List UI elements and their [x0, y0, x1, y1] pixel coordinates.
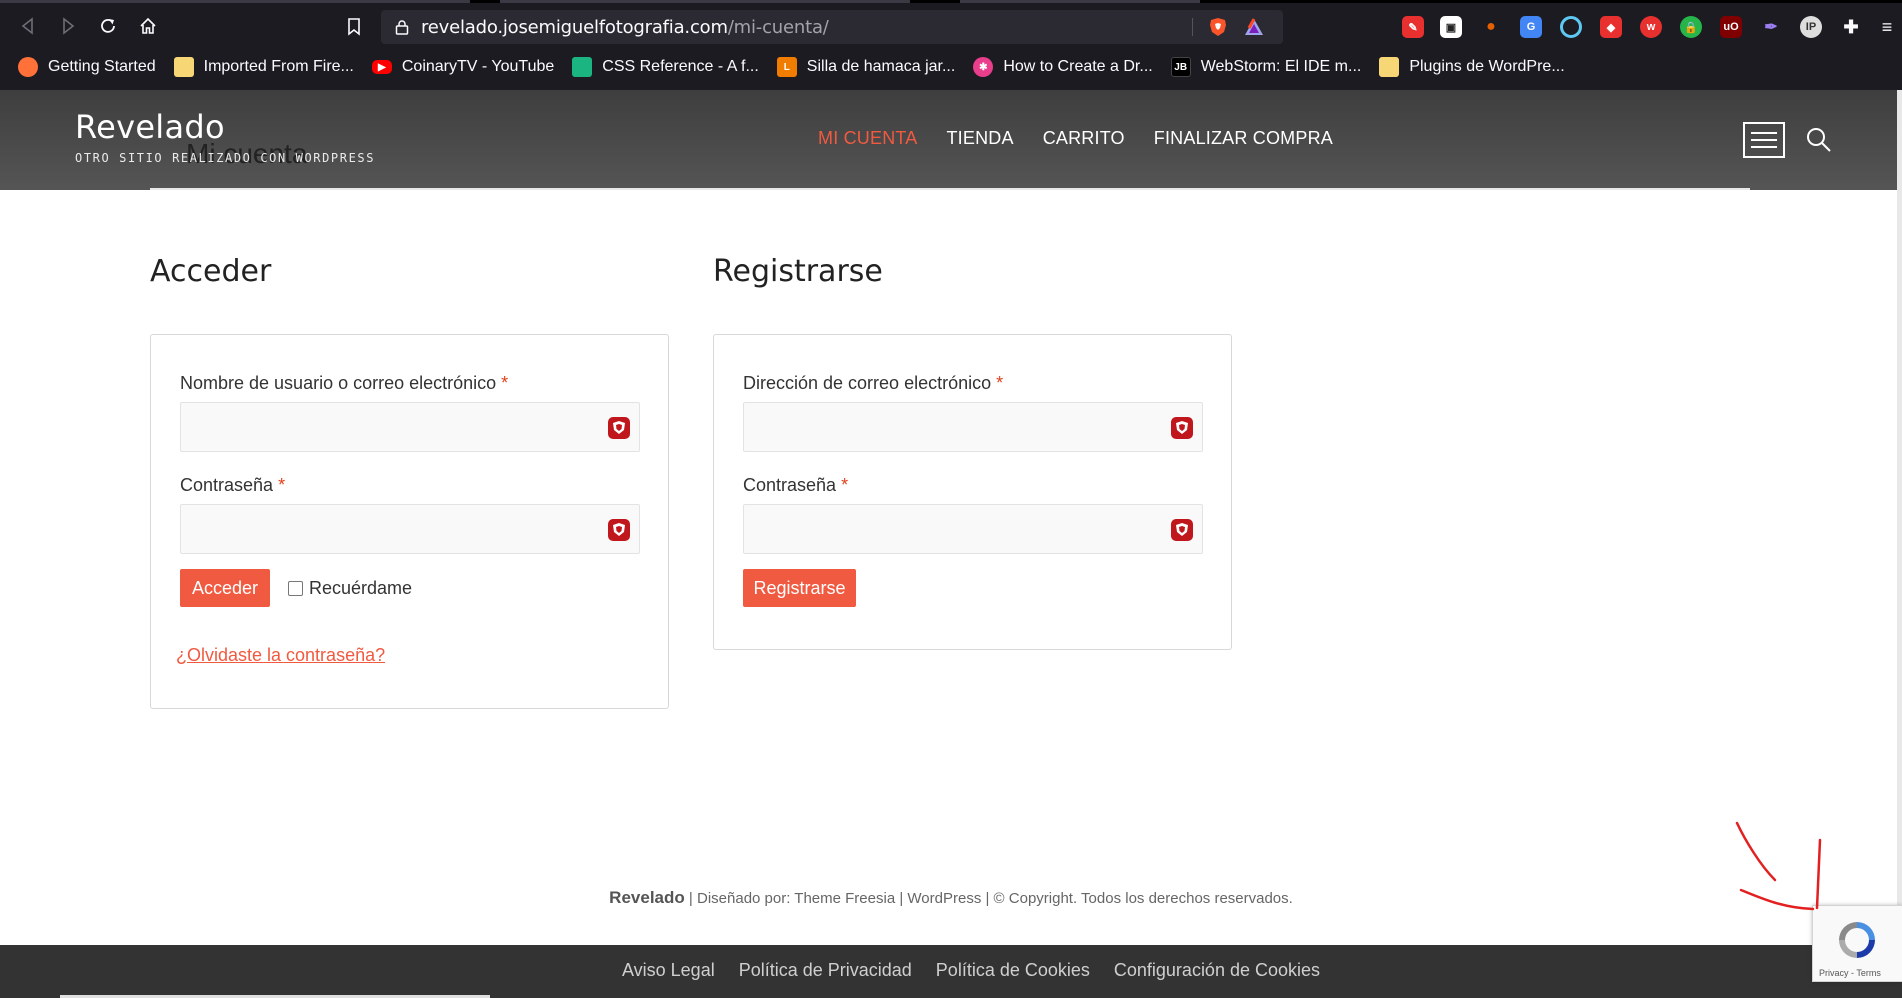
extension-lock-icon[interactable]: 🔒 — [1680, 16, 1702, 38]
site-title[interactable]: Revelado — [75, 108, 225, 146]
password-manager-icon[interactable] — [607, 518, 631, 542]
register-password-input[interactable] — [743, 504, 1203, 554]
password-manager-icon[interactable] — [1170, 416, 1194, 440]
url-text: revelado.josemiguelfotografia.com/mi-cue… — [421, 16, 829, 38]
forward-button[interactable] — [54, 12, 82, 40]
register-email-input[interactable] — [743, 402, 1203, 452]
wordpress-link[interactable]: WordPress — [907, 890, 981, 907]
nav-carrito[interactable]: CARRITO — [1043, 128, 1125, 149]
remember-checkbox[interactable] — [288, 581, 303, 596]
bookmark-item[interactable]: Imported From Fire... — [173, 57, 354, 77]
back-icon — [21, 17, 33, 35]
extension-pin-icon[interactable]: ✎ — [1402, 16, 1424, 38]
footer-link-config-cookies[interactable]: Configuración de Cookies — [1114, 960, 1320, 981]
login-heading: Acceder — [150, 254, 272, 289]
login-password-label: Contraseña * — [180, 475, 286, 495]
back-button[interactable] — [14, 12, 42, 40]
forward-icon — [63, 17, 75, 35]
register-button[interactable]: Registrarse — [743, 569, 856, 607]
youtube-icon: ▶ — [371, 60, 392, 74]
leroy-icon: L — [776, 57, 797, 77]
register-heading: Registrarse — [713, 254, 883, 289]
register-form: Dirección de correo electrónico * Contras… — [713, 334, 1232, 650]
register-password-label: Contraseña * — [743, 475, 849, 495]
extension-ip-icon[interactable]: IP — [1800, 16, 1822, 38]
asterisk-icon: ✱ — [973, 57, 994, 77]
menu-icon[interactable]: ≡ — [1878, 16, 1896, 38]
extension-feather-icon[interactable]: ✒ — [1760, 16, 1782, 38]
footer-links: Aviso Legal Política de Privacidad Polít… — [0, 960, 1902, 981]
reload-icon — [101, 18, 115, 33]
bookmark-item[interactable]: Plugins de WordPre... — [1379, 57, 1565, 77]
bookmark-item[interactable]: ✱ How to Create a Dr... — [973, 57, 1153, 77]
email-label: Dirección de correo electrónico * — [743, 373, 1004, 393]
extension-translate-icon[interactable]: G — [1520, 16, 1542, 38]
browser-toolbar: revelado.josemiguelfotografia.com/mi-cue… — [0, 0, 1902, 90]
css-icon — [572, 57, 593, 77]
tab-strip — [0, 0, 1902, 3]
extension-ublock-icon[interactable]: uO — [1720, 16, 1742, 38]
recaptcha-badge[interactable]: Privacy - Terms — [1812, 905, 1902, 982]
bookmark-item[interactable]: Getting Started — [18, 57, 156, 77]
login-form: Nombre de usuario o correo electrónico * … — [150, 334, 669, 709]
username-input[interactable] — [180, 402, 640, 452]
bookmark-button[interactable] — [340, 12, 368, 40]
nav-tienda[interactable]: TIENDA — [946, 128, 1013, 149]
extension-window-icon[interactable]: ▣ — [1440, 16, 1462, 38]
bookmark-item[interactable]: L Silla de hamaca jar... — [776, 57, 955, 77]
bookmark-item[interactable]: ▶ CoinaryTV - YouTube — [371, 58, 554, 76]
reload-button[interactable] — [94, 12, 122, 40]
extension-circle-icon[interactable] — [1560, 16, 1582, 38]
login-password-input[interactable] — [180, 504, 640, 554]
brave-rewards-icon[interactable] — [1243, 16, 1265, 38]
nav-mi-cuenta[interactable]: MI CUENTA — [818, 128, 917, 149]
hamburger-menu-button[interactable] — [1743, 122, 1785, 158]
brave-shields-icon[interactable] — [1207, 16, 1229, 38]
extension-fox-icon[interactable]: ● — [1480, 16, 1502, 38]
home-button[interactable] — [134, 12, 162, 40]
password-manager-icon[interactable] — [607, 416, 631, 440]
vertical-scrollbar[interactable] — [1897, 90, 1902, 945]
remember-me[interactable]: Recuérdame — [288, 578, 412, 599]
folder-icon — [1379, 57, 1400, 77]
bookmark-item[interactable]: CSS Reference - A f... — [572, 57, 759, 77]
extension-w-icon[interactable]: w — [1640, 16, 1662, 38]
address-bar[interactable]: revelado.josemiguelfotografia.com/mi-cue… — [381, 10, 1283, 44]
red-arrow-annotation-icon — [1735, 821, 1822, 911]
copyright-line: Revelado | Diseñado por: Theme Freesia |… — [609, 888, 1293, 907]
recaptcha-icon — [1839, 922, 1875, 958]
bookmark-item[interactable]: JB WebStorm: El IDE m... — [1170, 57, 1361, 77]
footer-site-name[interactable]: Revelado — [609, 888, 685, 907]
search-icon[interactable] — [1805, 126, 1833, 154]
extension-shield-icon[interactable]: ◆ — [1600, 16, 1622, 38]
nav-finalizar-compra[interactable]: FINALIZAR COMPRA — [1154, 128, 1333, 149]
home-icon — [140, 17, 156, 34]
bookmark-icon — [348, 18, 360, 36]
login-button[interactable]: Acceder — [180, 569, 270, 607]
lock-icon — [395, 20, 409, 35]
password-manager-icon[interactable] — [1170, 518, 1194, 542]
jetbrains-icon: JB — [1170, 57, 1191, 77]
footer-link-aviso-legal[interactable]: Aviso Legal — [622, 960, 715, 981]
footer-link-cookies[interactable]: Política de Cookies — [936, 960, 1090, 981]
lost-password-link[interactable]: ¿Olvidaste la contraseña? — [176, 645, 385, 666]
folder-icon — [173, 57, 194, 77]
theme-link[interactable]: Theme Freesia — [794, 890, 895, 907]
site-tagline: OTRO SITIO REALIZADO CON WORDPRESS — [75, 151, 376, 165]
bookmarks-bar: Getting Started Imported From Fire... ▶ … — [0, 50, 1902, 84]
recaptcha-terms[interactable]: Privacy - Terms — [1819, 968, 1881, 978]
firefox-icon — [18, 57, 38, 77]
extensions-puzzle-icon[interactable]: ✚ — [1840, 16, 1862, 38]
username-label: Nombre de usuario o correo electrónico * — [180, 373, 509, 393]
footer-link-privacidad[interactable]: Política de Privacidad — [739, 960, 912, 981]
main-navigation: MI CUENTA TIENDA CARRITO FINALIZAR COMPR… — [818, 128, 1362, 149]
